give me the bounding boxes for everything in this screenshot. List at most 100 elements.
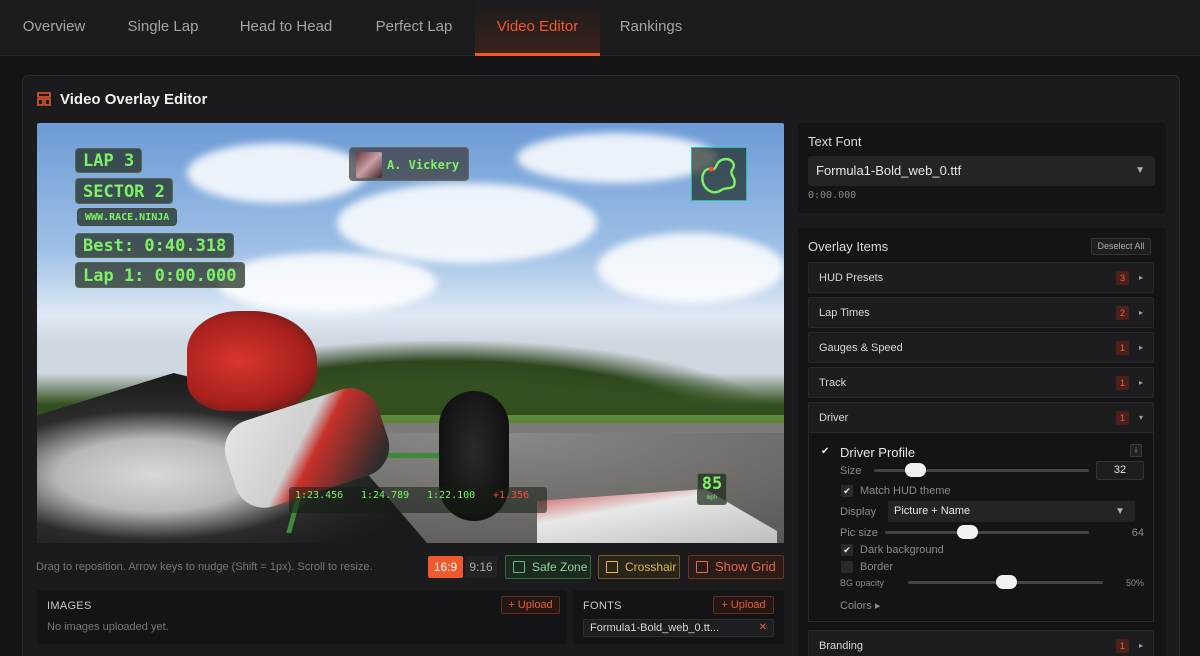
display-label: Display: [840, 506, 877, 518]
chevron-down-icon: ▼: [1115, 506, 1125, 517]
chevron-down-icon: ▼: [1135, 165, 1145, 176]
crosshair-label: Crosshair: [625, 560, 677, 574]
group-lap-times[interactable]: Lap Times 2 ▸: [808, 297, 1154, 328]
images-label: IMAGES: [47, 600, 92, 612]
aspect-9-16-button[interactable]: 9:16: [465, 556, 497, 578]
hud-lap-number[interactable]: LAP 3: [75, 148, 143, 173]
show-grid-label: Show Grid: [715, 559, 776, 574]
expand-icon: ▾: [1138, 413, 1143, 422]
checkmark-icon[interactable]: ✔: [821, 446, 832, 457]
images-empty-text: No images uploaded yet.: [47, 621, 169, 633]
size-slider[interactable]: [874, 463, 1089, 477]
size-input[interactable]: 32: [1096, 461, 1144, 480]
top-tab-bar: Overview Single Lap Head to Head Perfect…: [0, 0, 1200, 56]
bg-opacity-slider-thumb[interactable]: [995, 575, 1017, 589]
hud-driver-profile[interactable]: A. Vickery: [349, 147, 469, 181]
hud-branding[interactable]: WWW.RACE.NINJA: [77, 208, 178, 226]
hud-current-lap[interactable]: Lap 1: 0:00.000: [75, 262, 245, 288]
dark-background-checkbox[interactable]: ✔: [841, 544, 853, 556]
overlay-editor-icon: [37, 92, 51, 106]
tab-head-to-head[interactable]: Head to Head: [218, 0, 354, 56]
video-preview[interactable]: LAP 3 SECTOR 2 WWW.RACE.NINJA Best: 0:40…: [37, 123, 784, 543]
count-badge: 1: [1116, 639, 1129, 653]
speed-unit: mph: [706, 494, 718, 501]
tab-video-editor[interactable]: Video Editor: [475, 0, 600, 56]
sector-time-3: 1:22.100: [427, 490, 476, 501]
colors-expander[interactable]: Colors ▸: [840, 599, 880, 612]
driver-avatar: [356, 152, 382, 178]
bg-opacity-label: BG opacity: [840, 578, 885, 588]
sector-time-1: 1:23.456: [295, 490, 344, 501]
safe-zone-label: Safe Zone: [532, 560, 588, 574]
bg-opacity-value: 50%: [1125, 578, 1144, 588]
count-badge: 3: [1116, 271, 1129, 285]
pic-size-slider[interactable]: [885, 525, 1089, 539]
overlay-items-title: Overlay Items: [808, 239, 889, 254]
group-gauges-speed[interactable]: Gauges & Speed 1 ▸: [808, 332, 1154, 363]
pic-size-slider-thumb[interactable]: [956, 525, 978, 539]
editor-title: Video Overlay Editor: [60, 91, 208, 108]
group-track[interactable]: Track 1 ▸: [808, 367, 1154, 398]
track-map-icon[interactable]: [691, 147, 747, 201]
speed-value: 85: [701, 474, 723, 494]
show-grid-toggle[interactable]: Show Grid: [688, 555, 784, 579]
upload-image-button[interactable]: + Upload: [501, 596, 560, 614]
count-badge: 2: [1116, 306, 1129, 320]
remove-icon[interactable]: ✕: [759, 620, 767, 636]
count-badge: 1: [1116, 411, 1129, 425]
text-font-panel: Text Font Formula1-Bold_web_0.ttf ▼ 0:00…: [798, 123, 1166, 213]
border-label: Border: [860, 561, 894, 573]
font-preview: 0:00.000: [808, 190, 857, 201]
count-badge: 1: [1116, 341, 1129, 355]
pic-size-label: Pic size: [840, 527, 878, 539]
info-icon[interactable]: i: [1130, 444, 1142, 457]
expand-icon: ▸: [1138, 343, 1143, 352]
editor-hint: Drag to reposition. Arrow keys to nudge …: [36, 561, 373, 573]
expand-icon: ▸: [1138, 641, 1143, 650]
upload-font-button[interactable]: + Upload: [713, 596, 774, 614]
dark-background-label: Dark background: [860, 544, 944, 556]
group-branding[interactable]: Branding 1 ▸: [808, 630, 1154, 656]
group-driver[interactable]: Driver 1 ▾: [808, 402, 1154, 433]
hud-best-lap[interactable]: Best: 0:40.318: [75, 233, 235, 258]
tab-rankings[interactable]: Rankings: [600, 0, 702, 56]
driver-name: A. Vickery: [387, 158, 460, 172]
checkbox-icon: [606, 561, 618, 573]
size-slider-thumb[interactable]: [904, 463, 926, 477]
fonts-label: FONTS: [583, 600, 622, 612]
checkbox-icon: [696, 561, 708, 573]
display-value: Picture + Name: [894, 505, 971, 517]
text-font-value: Formula1-Bold_web_0.ttf: [816, 163, 962, 178]
checkbox-icon: [513, 561, 525, 573]
match-hud-theme-label: Match HUD theme: [860, 485, 951, 497]
sector-delta: +1.356: [493, 490, 530, 501]
expand-icon: ▸: [1138, 308, 1143, 317]
display-select[interactable]: Picture + Name ▼: [888, 501, 1135, 522]
font-file-name: Formula1-Bold_web_0.tt...: [590, 622, 720, 634]
pic-size-value: 64: [1131, 527, 1144, 539]
text-font-select[interactable]: Formula1-Bold_web_0.ttf ▼: [808, 156, 1155, 186]
sector-time-2: 1:24.789: [361, 490, 410, 501]
tab-perfect-lap[interactable]: Perfect Lap: [354, 0, 474, 56]
hud-sector[interactable]: SECTOR 2: [75, 178, 173, 204]
tab-single-lap[interactable]: Single Lap: [108, 0, 218, 56]
hud-sector-times[interactable]: 1:23.456 1:24.789 1:22.100 +1.356: [289, 487, 547, 513]
border-checkbox[interactable]: [841, 561, 853, 573]
tab-overview[interactable]: Overview: [0, 0, 108, 56]
hud-speedometer[interactable]: 85 mph: [697, 473, 727, 505]
bg-opacity-slider[interactable]: [908, 575, 1103, 589]
fonts-panel: FONTS + Upload Formula1-Bold_web_0.tt...…: [573, 590, 784, 644]
match-hud-theme-checkbox[interactable]: ✔: [841, 485, 853, 497]
size-label: Size: [840, 465, 862, 477]
deselect-all-button[interactable]: Deselect All: [1091, 238, 1151, 255]
aspect-16-9-button[interactable]: 16:9: [428, 556, 463, 578]
text-font-label: Text Font: [808, 134, 862, 149]
expand-icon: ▸: [1138, 273, 1143, 282]
driver-profile-title: Driver Profile: [840, 445, 916, 460]
crosshair-toggle[interactable]: Crosshair: [598, 555, 680, 579]
safe-zone-toggle[interactable]: Safe Zone: [505, 555, 591, 579]
expand-icon: ▸: [1138, 378, 1143, 387]
overlay-items-panel: Overlay Items Deselect All HUD Presets 3…: [798, 228, 1166, 656]
font-file-chip[interactable]: Formula1-Bold_web_0.tt... ✕: [583, 619, 774, 637]
group-hud-presets[interactable]: HUD Presets 3 ▸: [808, 262, 1154, 293]
